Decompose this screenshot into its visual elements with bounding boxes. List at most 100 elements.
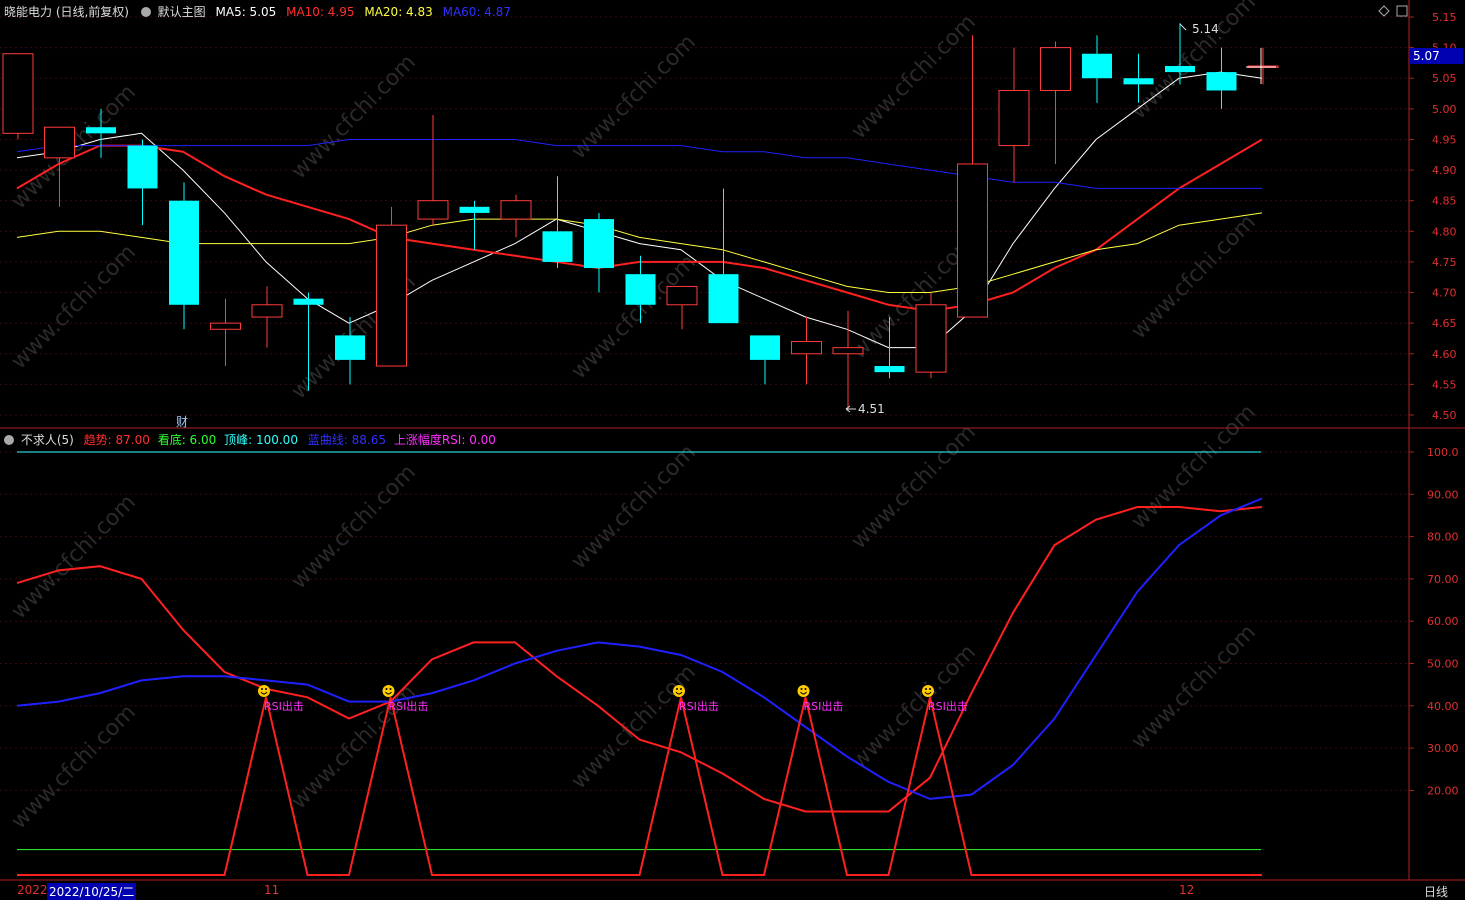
signal-label: RSI出击 xyxy=(928,699,968,713)
candle[interactable] xyxy=(998,47,1030,183)
y-tick-label: 5.05 xyxy=(1432,72,1457,85)
template-icon[interactable] xyxy=(140,7,151,17)
candle[interactable] xyxy=(750,335,780,385)
candle[interactable] xyxy=(915,292,947,379)
candle-body xyxy=(44,126,75,159)
y-tick-label: 4.70 xyxy=(1432,287,1457,300)
high-annotation: 5.14 xyxy=(1192,22,1219,36)
candle[interactable] xyxy=(459,200,490,250)
y-tick-label: 4.50 xyxy=(1432,409,1457,422)
candle-body xyxy=(708,274,739,324)
candle-body xyxy=(957,163,988,318)
y-tick-label: 4.60 xyxy=(1432,348,1457,361)
stock-title[interactable]: 晓能电力 (日线,前复权) xyxy=(4,5,129,19)
period-label[interactable]: 日线 xyxy=(1424,883,1448,900)
candle-body xyxy=(1040,47,1071,91)
candle-body xyxy=(750,335,780,360)
watermark-text: www.cfchi.com xyxy=(7,700,141,834)
candle-body xyxy=(832,347,864,355)
smiley-icon xyxy=(382,685,395,697)
y-tick-label: 4.90 xyxy=(1432,164,1457,177)
candle-body xyxy=(2,53,34,134)
y-tick-label: 4.65 xyxy=(1432,317,1457,330)
y-tick-label: 80.00 xyxy=(1427,531,1459,544)
candle-body xyxy=(127,145,158,189)
y-tick-label: 4.80 xyxy=(1432,225,1457,238)
candle-body xyxy=(1082,53,1112,79)
rsi-signals: RSI出击 RSI出击 RSI出击 RSI出击 RSI出击 xyxy=(258,685,968,713)
y-tick-label: 20.00 xyxy=(1427,784,1459,797)
template-name[interactable]: 默认主图 xyxy=(158,5,206,19)
indicator-name[interactable]: 不求人(5) xyxy=(21,433,74,447)
low-annotation: 4.51 xyxy=(858,402,885,416)
candle[interactable] xyxy=(957,35,988,318)
candle-body xyxy=(335,335,365,360)
smiley-eye xyxy=(265,688,267,690)
ma5-label: MA5: 5.05 xyxy=(215,5,277,19)
y-tick-label: 100.0 xyxy=(1427,446,1459,459)
time-axis: 2022 2022/10/25/二 11 12 日线 xyxy=(0,881,1465,900)
candle-body xyxy=(210,322,241,330)
indicator-line-1 xyxy=(16,497,1263,800)
candle[interactable] xyxy=(708,188,739,324)
bottom-label: 看底: 6.00 xyxy=(157,433,217,447)
candle-body xyxy=(1165,65,1195,73)
candle-body xyxy=(874,366,905,373)
pane-controls[interactable] xyxy=(1378,5,1408,17)
current-price-tag: 5.07 xyxy=(1413,49,1440,63)
candle[interactable] xyxy=(251,286,283,348)
candle[interactable] xyxy=(832,310,864,409)
maximize-icon xyxy=(1396,5,1408,17)
y-tick-label: 60.00 xyxy=(1427,615,1459,628)
watermark-text: www.cfchi.com xyxy=(1127,620,1261,754)
candle-body xyxy=(417,200,449,220)
indicator-toggle-icon[interactable] xyxy=(4,435,14,445)
watermark-text: www.cfchi.com xyxy=(287,460,421,594)
candle-body xyxy=(500,200,532,220)
smiley-eye xyxy=(385,688,388,690)
indicator-header: 不求人(5) 趋势: 87.00 看底: 6.00 顶峰: 100.00 蓝曲线… xyxy=(4,431,496,448)
nov-label: 11 xyxy=(264,883,280,897)
y-tick-label: 90.00 xyxy=(1427,488,1459,501)
trend-label: 趋势: 87.00 xyxy=(83,433,150,447)
financial-report-marker[interactable]: 财 xyxy=(176,415,188,429)
candle-body xyxy=(1206,72,1237,91)
candle-body xyxy=(915,304,947,373)
indicator-y-axis: 100.0 90.00 80.00 70.00 60.00 50.00 40.00 30.00… xyxy=(1409,446,1459,797)
rsi-label: 上涨幅度RSI: 0.00 xyxy=(393,433,496,447)
y-tick-label: 4.75 xyxy=(1432,256,1457,269)
candle[interactable] xyxy=(791,317,822,385)
smiley-eye xyxy=(389,688,392,690)
high-arrow-icon xyxy=(1179,23,1187,31)
blue-line-label: 蓝曲线: 88.65 xyxy=(307,433,387,447)
candle-body xyxy=(86,127,116,134)
ma60-label: MA60: 4.87 xyxy=(442,5,512,19)
stock-chart[interactable]: www.cfchi.com www.cfchi.com www.cfchi.com w… xyxy=(0,0,1465,898)
candle[interactable] xyxy=(1040,41,1071,164)
candle[interactable] xyxy=(169,182,199,330)
candle[interactable] xyxy=(210,298,241,367)
watermark-text: www.cfchi.com xyxy=(7,490,141,624)
indicator-grid xyxy=(0,451,1409,791)
smiley-eye xyxy=(804,688,807,690)
watermark-text: www.cfchi.com xyxy=(567,440,701,574)
watermark-text: www.cfchi.com xyxy=(567,30,701,164)
y-tick-label: 70.00 xyxy=(1427,573,1459,586)
candle[interactable] xyxy=(584,212,614,293)
candle-body xyxy=(169,200,199,305)
smiley-eye xyxy=(925,688,927,690)
candle[interactable] xyxy=(1082,35,1112,103)
watermark-text: www.cfchi.com xyxy=(1127,210,1261,344)
candle[interactable] xyxy=(376,206,407,367)
candle-body xyxy=(459,206,490,213)
signal-label: RSI出击 xyxy=(389,699,429,713)
ma20-label: MA20: 4.83 xyxy=(364,5,433,19)
candle[interactable] xyxy=(127,139,158,226)
candle[interactable] xyxy=(1247,47,1279,85)
top-label: 顶峰: 100.00 xyxy=(224,433,298,447)
candle-body xyxy=(251,304,283,318)
candle-body xyxy=(584,219,614,269)
candle[interactable] xyxy=(417,114,449,226)
candle[interactable] xyxy=(2,53,34,140)
year-label: 2022 xyxy=(17,883,48,897)
